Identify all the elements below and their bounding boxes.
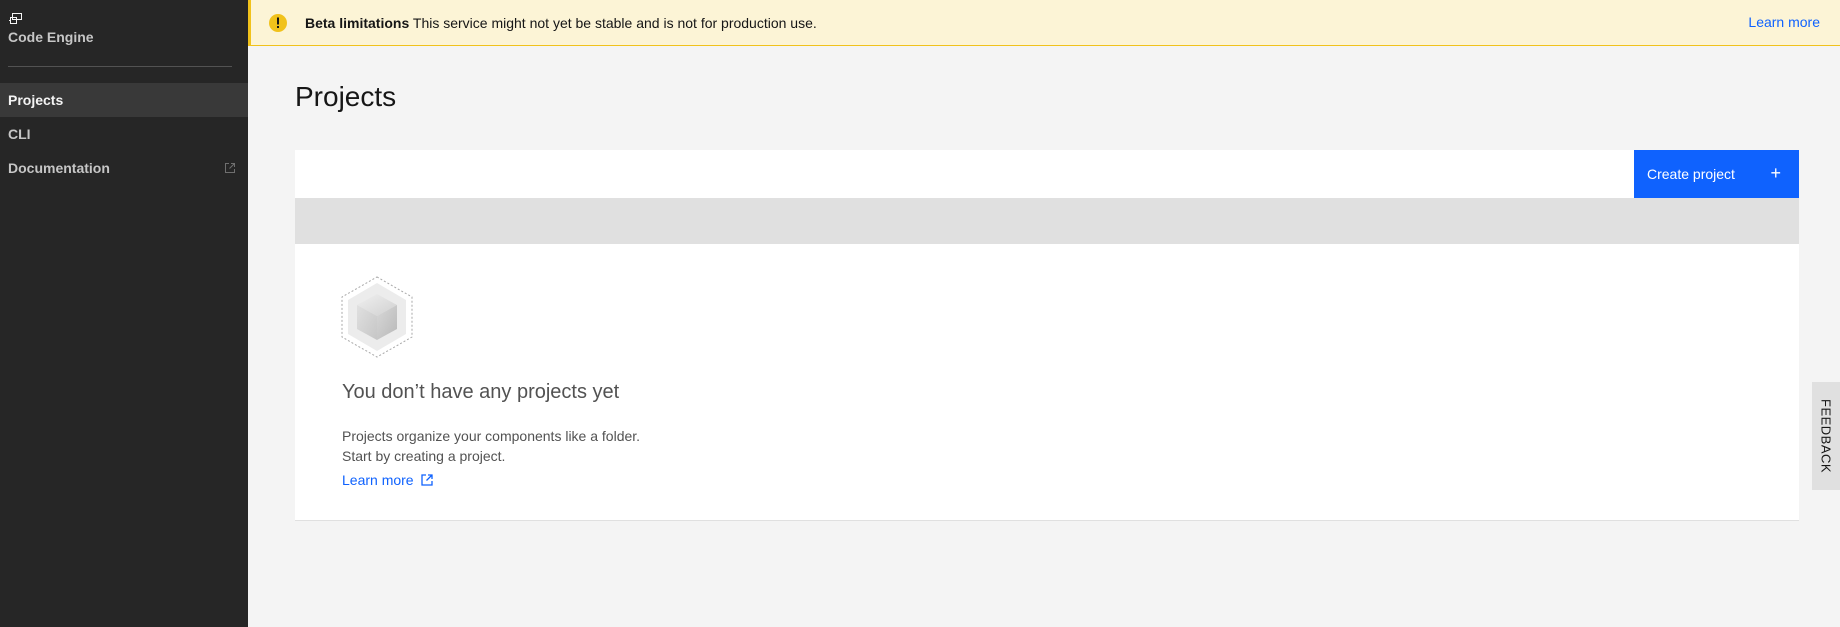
banner-text: Beta limitations This service might not … [305,15,817,31]
sidebar-item-cli[interactable]: CLI [0,117,248,151]
sidebar-title[interactable]: Code Engine [8,29,240,45]
sidebar-brand: Code Engine [0,0,248,45]
beta-notification-banner: Beta limitations This service might not … [248,0,1840,46]
empty-state-learn-more-label: Learn more [342,472,414,488]
create-project-label: Create project [1647,166,1735,182]
projects-table-card: Create project + You don’t have any proj… [295,150,1799,521]
empty-state-description-line-2: Start by creating a project. [342,448,506,464]
feedback-tab[interactable]: FEEDBACK [1812,382,1840,490]
sidebar-nav: Projects CLI Documentation [0,83,248,185]
banner-title: Beta limitations [305,14,410,31]
sidebar-item-projects[interactable]: Projects [0,83,248,117]
external-link-icon [225,163,235,173]
sidebar-divider [8,66,232,67]
sidebar-item-label: Documentation [8,160,110,176]
cube-icon [341,276,413,358]
create-project-button[interactable]: Create project + [1634,150,1799,198]
sidebar-item-label: Projects [8,92,64,108]
banner-learn-more-link[interactable]: Learn more [1748,14,1820,30]
empty-state-learn-more-link[interactable]: Learn more [342,472,434,488]
code-engine-logo-icon [9,13,22,24]
banner-message: This service might not yet be stable and… [412,14,817,31]
empty-state-title: You don’t have any projects yet [342,381,620,403]
table-toolbar: Create project + [295,150,1799,198]
external-link-icon [420,474,433,486]
feedback-label: FEEDBACK [1818,398,1834,474]
sidebar-item-documentation[interactable]: Documentation [0,151,248,185]
add-icon: + [1770,163,1781,183]
sidebar: Code Engine Projects CLI Documentation [0,0,248,627]
table-header-row [295,198,1799,244]
page-title: Projects [295,81,397,112]
warning-icon [269,13,287,32]
empty-state-description-line-1: Projects organize your components like a… [342,428,641,444]
sidebar-item-label: CLI [8,126,31,142]
